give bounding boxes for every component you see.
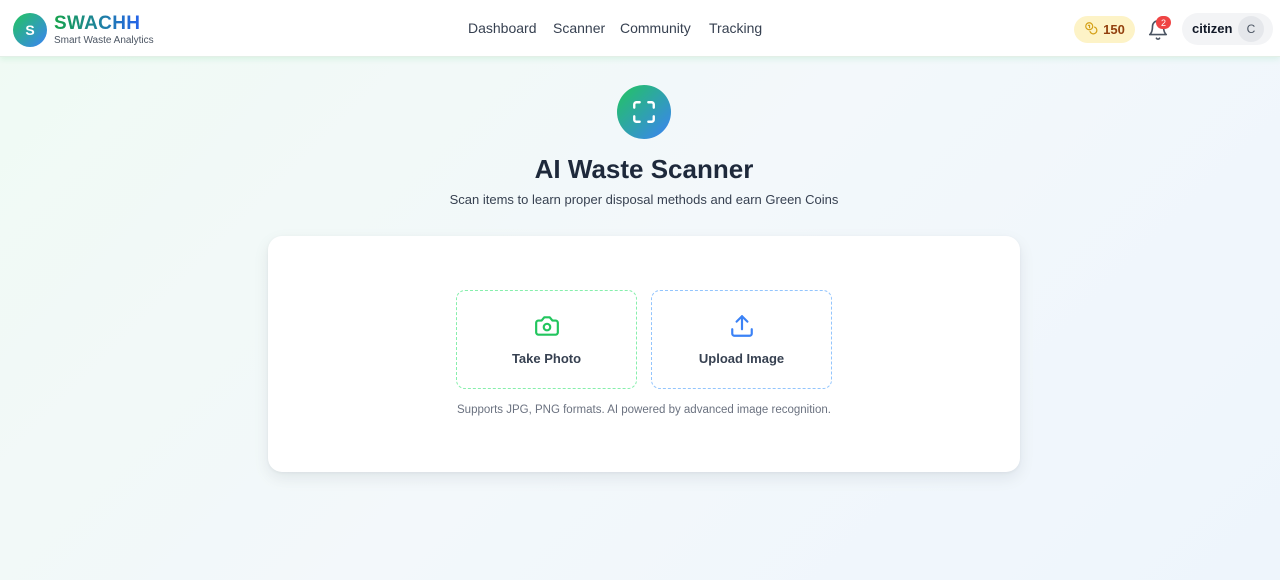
upload-image-label: Upload Image (698, 351, 785, 366)
supported-formats-note: Supports JPG, PNG formats. AI powered by… (457, 404, 831, 416)
nav-tracking[interactable]: Tracking (709, 20, 762, 36)
top-navbar: S SWACHH Smart Waste Analytics Dashboard… (0, 0, 1280, 57)
take-photo-button[interactable]: Take Photo (456, 290, 637, 389)
nav-scanner[interactable]: Scanner (553, 20, 605, 36)
coins-icon (1084, 21, 1098, 38)
notification-count-badge: 2 (1156, 16, 1171, 29)
page-subtitle: Scan items to learn proper disposal meth… (449, 192, 839, 207)
coins-value: 150 (1103, 22, 1125, 37)
take-photo-label: Take Photo (511, 351, 582, 366)
nav-community[interactable]: Community (620, 20, 691, 36)
upload-icon (729, 313, 755, 339)
bell-icon (1147, 20, 1169, 45)
green-coins-balance[interactable]: 150 (1074, 16, 1135, 43)
user-menu[interactable]: citizen C (1182, 13, 1273, 45)
user-name: citizen (1192, 21, 1233, 36)
scanner-card: Take Photo Upload Image Supports JPG, PN… (268, 236, 1020, 472)
upload-image-button[interactable]: Upload Image (651, 290, 832, 389)
nav-dashboard[interactable]: Dashboard (468, 20, 537, 36)
camera-icon (534, 313, 560, 339)
page-title: AI Waste Scanner (534, 154, 754, 184)
avatar: C (1238, 16, 1264, 42)
scan-icon (617, 85, 671, 139)
